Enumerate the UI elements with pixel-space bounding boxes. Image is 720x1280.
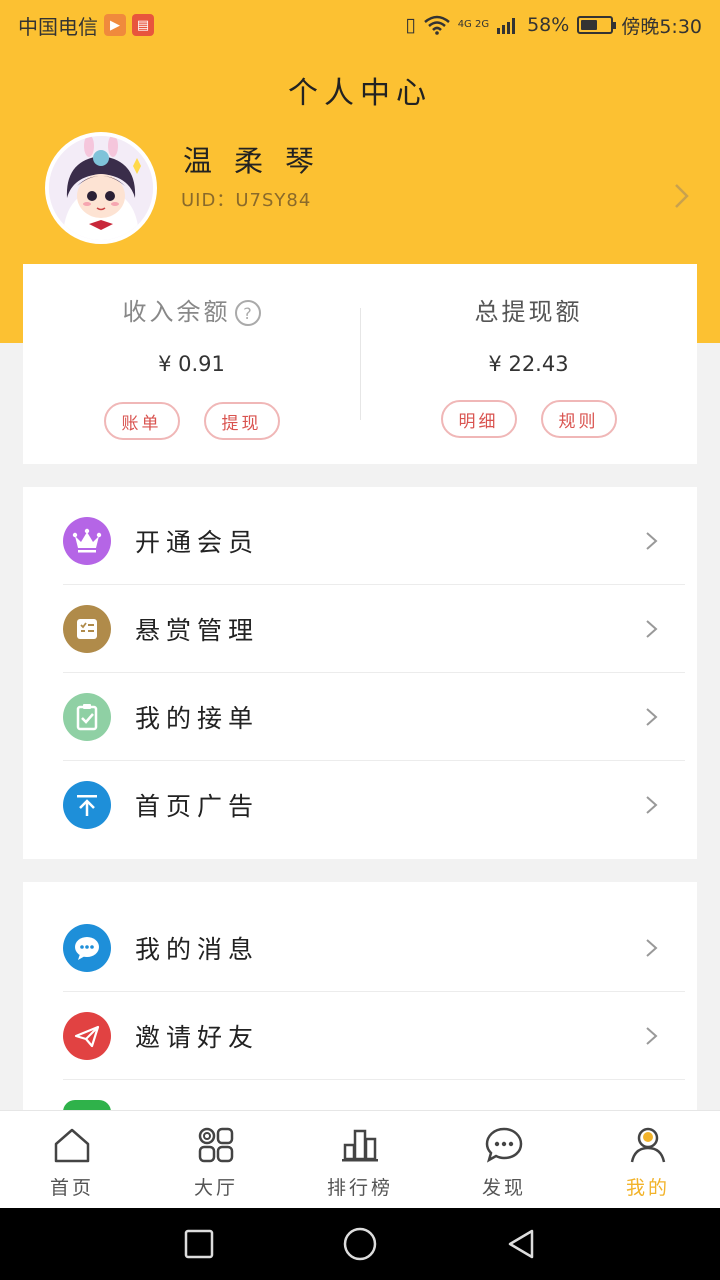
menu-item-home-ads[interactable]: 首页广告 bbox=[63, 761, 685, 849]
menu-item-bounty[interactable]: 悬赏管理 bbox=[63, 585, 685, 673]
tab-label: 排行榜 bbox=[326, 1177, 393, 1199]
tab-home[interactable]: 首页 bbox=[0, 1111, 144, 1208]
chat-bubble-icon bbox=[63, 924, 111, 972]
income-label-row: 收入余额? bbox=[23, 292, 360, 327]
withdraw-label: 总提现额 bbox=[474, 298, 583, 326]
chevron-right-icon bbox=[646, 620, 658, 638]
menu-label: 首页广告 bbox=[135, 792, 260, 821]
avatar-image bbox=[49, 136, 153, 240]
user-name: 温柔琴 bbox=[183, 144, 337, 178]
withdraw-button[interactable]: 提现 bbox=[203, 402, 280, 440]
menu-label: 悬赏管理 bbox=[135, 616, 260, 645]
menu-item-messages[interactable]: 我的消息 bbox=[63, 904, 685, 992]
tab-mine[interactable]: 我的 bbox=[576, 1111, 720, 1208]
chevron-right-icon bbox=[646, 1027, 658, 1045]
tab-label: 我的 bbox=[625, 1177, 670, 1199]
arrow-up-icon bbox=[63, 781, 111, 829]
tab-label: 发现 bbox=[481, 1177, 526, 1199]
total-withdraw-section: 总提现额 ¥ 22.43 明细 规则 bbox=[360, 264, 697, 464]
recent-apps-icon[interactable] bbox=[183, 1228, 215, 1260]
book-app-icon: ▤ bbox=[132, 14, 154, 36]
avatar[interactable] bbox=[45, 132, 157, 244]
balance-card: 收入余额? ¥ 0.91 账单 提现 总提现额 ¥ 22.43 明细 规则 bbox=[23, 264, 697, 464]
income-value: ¥ 0.91 bbox=[158, 352, 225, 376]
home-button-icon[interactable] bbox=[342, 1226, 378, 1262]
divider bbox=[63, 1079, 685, 1080]
tab-hall[interactable]: 大厅 bbox=[144, 1111, 288, 1208]
tab-label: 大厅 bbox=[193, 1177, 238, 1199]
status-bar: 中国电信 ▶ ▤ ▯ 4G 2G 58% 傍晚5:30 bbox=[0, 0, 720, 50]
menu-group-2: 我的消息 邀请好友 bbox=[23, 882, 697, 1112]
user-uid: UID：U7SY84 bbox=[181, 190, 312, 211]
clock: 傍晚5:30 bbox=[621, 15, 702, 38]
chevron-right-icon bbox=[646, 939, 658, 957]
profile-row[interactable]: 温柔琴 UID：U7SY84 bbox=[45, 132, 695, 244]
wifi-icon bbox=[423, 15, 450, 35]
system-nav-bar bbox=[0, 1208, 720, 1280]
help-icon[interactable]: ? bbox=[234, 300, 261, 326]
video-app-icon: ▶ bbox=[104, 14, 126, 36]
rules-button[interactable]: 规则 bbox=[540, 400, 617, 438]
menu-item-my-orders[interactable]: 我的接单 bbox=[63, 673, 685, 761]
chevron-right-icon bbox=[646, 708, 658, 726]
withdraw-value: ¥ 22.43 bbox=[488, 352, 569, 376]
home-icon bbox=[50, 1123, 94, 1167]
income-label: 收入余额 bbox=[122, 298, 231, 326]
chat-icon bbox=[482, 1123, 526, 1167]
income-balance-section: 收入余额? ¥ 0.91 账单 提现 bbox=[23, 264, 360, 464]
clipboard-check-icon bbox=[63, 693, 111, 741]
carrier-label: 中国电信 bbox=[18, 14, 98, 39]
tab-label: 首页 bbox=[49, 1177, 94, 1199]
menu-label: 我的接单 bbox=[135, 704, 260, 733]
signal-icon bbox=[497, 18, 516, 34]
page-title: 个人中心 bbox=[288, 76, 432, 111]
chevron-right-icon[interactable] bbox=[667, 182, 695, 210]
network-type: 4G 2G bbox=[457, 19, 490, 30]
crown-icon bbox=[63, 517, 111, 565]
details-button[interactable]: 明细 bbox=[440, 400, 517, 438]
battery-percent: 58% bbox=[527, 14, 570, 36]
ranking-icon bbox=[338, 1123, 382, 1167]
battery-icon bbox=[577, 16, 617, 34]
bill-button[interactable]: 账单 bbox=[103, 402, 180, 440]
chevron-right-icon bbox=[646, 796, 658, 814]
tab-discover[interactable]: 发现 bbox=[432, 1111, 576, 1208]
menu-label: 我的消息 bbox=[135, 935, 260, 964]
back-icon[interactable] bbox=[505, 1228, 537, 1260]
chevron-right-icon bbox=[646, 532, 658, 550]
menu-item-invite-friends[interactable]: 邀请好友 bbox=[63, 992, 685, 1080]
person-icon bbox=[626, 1123, 670, 1167]
menu-item-vip[interactable]: 开通会员 bbox=[63, 497, 685, 585]
grid-icon bbox=[194, 1123, 238, 1167]
tab-ranking[interactable]: 排行榜 bbox=[288, 1111, 432, 1208]
paper-plane-icon bbox=[63, 1012, 111, 1060]
menu-group-1: 开通会员 悬赏管理 我的接单 首页广告 bbox=[23, 487, 697, 859]
menu-label: 开通会员 bbox=[135, 528, 260, 557]
list-icon bbox=[63, 605, 111, 653]
bottom-tab-bar: 首页 大厅 排行榜 发现 我的 bbox=[0, 1110, 720, 1208]
battery-fill bbox=[581, 20, 598, 30]
vibrate-icon: ▯ bbox=[405, 14, 416, 36]
menu-label: 邀请好友 bbox=[135, 1023, 260, 1052]
